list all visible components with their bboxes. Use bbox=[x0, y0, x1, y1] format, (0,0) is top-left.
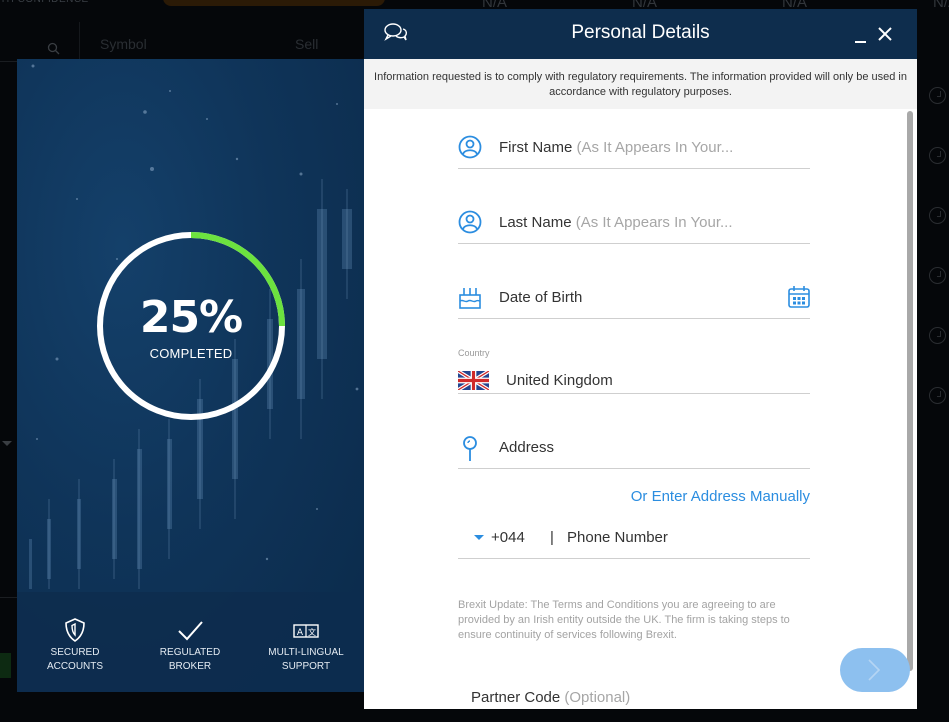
divider bbox=[0, 597, 17, 598]
last-name-field[interactable]: Last Name (As It Appears In Your... bbox=[458, 204, 810, 244]
first-name-label-text: First Name bbox=[499, 139, 573, 156]
minimize-button[interactable] bbox=[854, 29, 868, 43]
partner-code-hint: (Optional) bbox=[564, 689, 631, 706]
modal-title: Personal Details bbox=[571, 22, 710, 43]
personal-details-modal: Personal Details Information requested i… bbox=[364, 9, 917, 709]
progress-percent: 25% bbox=[139, 292, 243, 343]
user-icon bbox=[458, 135, 482, 159]
date-of-birth-label: Date of Birth bbox=[499, 289, 583, 306]
clock-icon bbox=[929, 87, 946, 104]
feature-line2: SUPPORT bbox=[281, 661, 331, 672]
country-select[interactable]: United Kingdom bbox=[458, 354, 810, 394]
feature-line1: MULTI-LINGUAL bbox=[268, 647, 344, 658]
feature-secured-accounts: SECURED ACCOUNTS bbox=[20, 617, 130, 674]
user-icon bbox=[458, 210, 482, 234]
modal-scrollbar[interactable] bbox=[907, 111, 913, 671]
shield-icon bbox=[65, 618, 85, 642]
uk-flag-icon bbox=[458, 371, 489, 390]
address-field[interactable]: Address bbox=[458, 429, 810, 469]
background-pill-button bbox=[163, 0, 385, 6]
close-icon[interactable] bbox=[877, 26, 893, 42]
clock-icon bbox=[929, 267, 946, 284]
checkmark-icon bbox=[178, 621, 203, 641]
next-button[interactable] bbox=[840, 648, 910, 692]
phone-country-code[interactable]: +044 bbox=[491, 529, 525, 546]
location-pin-icon bbox=[463, 436, 477, 461]
phone-number-label: Phone Number bbox=[567, 529, 668, 546]
column-divider bbox=[79, 22, 80, 62]
enter-address-manually-link[interactable]: Or Enter Address Manually bbox=[631, 488, 810, 505]
first-name-hint: (As It Appears In Your... bbox=[576, 139, 734, 156]
svg-text:A: A bbox=[297, 628, 304, 638]
modal-header: Personal Details bbox=[364, 9, 917, 59]
feature-line1: REGULATED bbox=[159, 647, 221, 658]
completion-progress-ring: 25% COMPLETED bbox=[95, 230, 287, 422]
birthday-cake-icon bbox=[459, 288, 481, 309]
country-code-dropdown-icon[interactable] bbox=[474, 535, 484, 540]
column-header-symbol: Symbol bbox=[100, 36, 147, 52]
country-value: United Kingdom bbox=[506, 372, 613, 389]
partner-code-field[interactable]: Partner Code (Optional) bbox=[471, 689, 630, 706]
last-name-label-text: Last Name bbox=[499, 214, 572, 231]
background-tagline: TH CONFIDENCE bbox=[0, 0, 89, 5]
chevron-right-icon bbox=[868, 659, 881, 681]
feature-multilingual-support: A 文 MULTI-LINGUAL SUPPORT bbox=[251, 617, 361, 674]
search-icon bbox=[47, 42, 60, 55]
address-label: Address bbox=[499, 439, 555, 456]
first-name-field[interactable]: First Name (As It Appears In Your... bbox=[458, 129, 810, 169]
phone-field[interactable]: +044 | Phone Number bbox=[458, 519, 810, 559]
collapse-arrow-icon bbox=[2, 441, 12, 446]
phone-separator: | bbox=[550, 529, 554, 546]
translate-icon: A 文 bbox=[293, 624, 319, 638]
clock-icon bbox=[929, 387, 946, 404]
regulatory-notice: Information requested is to comply with … bbox=[364, 59, 917, 109]
first-name-label: First Name (As It Appears In Your... bbox=[499, 139, 733, 156]
feature-strip: SECURED ACCOUNTS REGULATED BROKER A 文 MU… bbox=[17, 592, 367, 692]
date-of-birth-field[interactable]: Date of Birth bbox=[458, 279, 810, 319]
feature-regulated-broker: REGULATED BROKER bbox=[135, 617, 245, 674]
feature-line1: SECURED bbox=[50, 647, 100, 658]
background-green-button bbox=[0, 653, 11, 678]
svg-text:文: 文 bbox=[308, 627, 316, 637]
column-header-sell: Sell bbox=[295, 36, 319, 52]
feature-line2: ACCOUNTS bbox=[46, 661, 104, 672]
partner-code-label: Partner Code bbox=[471, 689, 561, 706]
progress-label: COMPLETED bbox=[149, 346, 233, 361]
clock-icon bbox=[929, 327, 946, 344]
last-name-hint: (As It Appears In Your... bbox=[575, 214, 733, 231]
feature-line2: BROKER bbox=[168, 661, 212, 672]
brexit-notice: Brexit Update: The Terms and Conditions … bbox=[458, 599, 790, 641]
onboarding-promo-panel: 25% COMPLETED SECURED ACCOUNTS REGULATED… bbox=[17, 59, 367, 692]
clock-icon bbox=[929, 147, 946, 164]
last-name-label: Last Name (As It Appears In Your... bbox=[499, 214, 733, 231]
calendar-icon[interactable] bbox=[788, 285, 810, 309]
clock-icon bbox=[929, 207, 946, 224]
background-na-value: N/A bbox=[933, 0, 949, 11]
